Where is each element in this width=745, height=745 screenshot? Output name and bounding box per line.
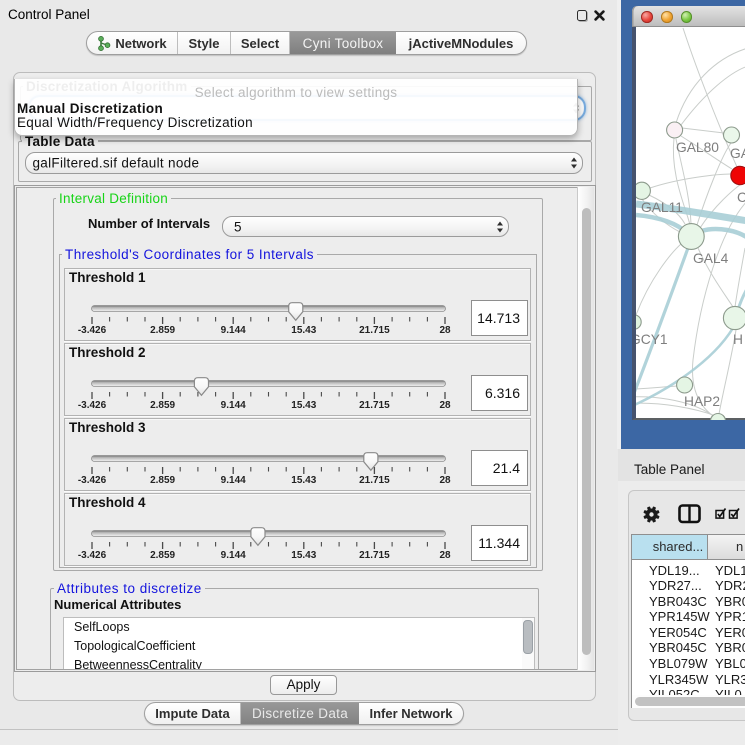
svg-text:-3.426: -3.426 xyxy=(78,325,107,336)
svg-text:21.715: 21.715 xyxy=(359,325,390,336)
svg-text:15.43: 15.43 xyxy=(291,550,316,561)
svg-text:15.43: 15.43 xyxy=(291,475,316,486)
svg-text:2.859: 2.859 xyxy=(150,325,175,336)
svg-text:GAL4: GAL4 xyxy=(693,251,729,266)
svg-text:15.43: 15.43 xyxy=(291,400,316,411)
svg-text:2.859: 2.859 xyxy=(150,400,175,411)
svg-text:GCY1: GCY1 xyxy=(636,332,668,347)
svg-text:C: C xyxy=(737,190,745,205)
svg-text:-3.426: -3.426 xyxy=(78,400,107,411)
svg-text:GAL80: GAL80 xyxy=(676,140,719,155)
svg-text:28: 28 xyxy=(439,325,451,336)
svg-text:9.144: 9.144 xyxy=(221,325,246,336)
svg-text:-3.426: -3.426 xyxy=(78,475,107,486)
svg-text:28: 28 xyxy=(439,400,451,411)
svg-text:GAL11: GAL11 xyxy=(641,200,683,215)
svg-text:HAP2: HAP2 xyxy=(684,394,720,409)
svg-text:21.715: 21.715 xyxy=(359,400,390,411)
svg-text:GA: GA xyxy=(730,146,745,161)
svg-text:21.715: 21.715 xyxy=(359,550,390,561)
svg-text:9.144: 9.144 xyxy=(221,550,246,561)
svg-text:-3.426: -3.426 xyxy=(78,550,107,561)
svg-text:15.43: 15.43 xyxy=(291,325,316,336)
svg-text:28: 28 xyxy=(439,475,451,486)
svg-text:21.715: 21.715 xyxy=(359,475,390,486)
svg-text:9.144: 9.144 xyxy=(221,400,246,411)
svg-text:2.859: 2.859 xyxy=(150,550,175,561)
svg-text:28: 28 xyxy=(439,550,451,561)
svg-text:9.144: 9.144 xyxy=(221,475,246,486)
svg-text:H: H xyxy=(733,332,743,347)
svg-text:2.859: 2.859 xyxy=(150,475,175,486)
